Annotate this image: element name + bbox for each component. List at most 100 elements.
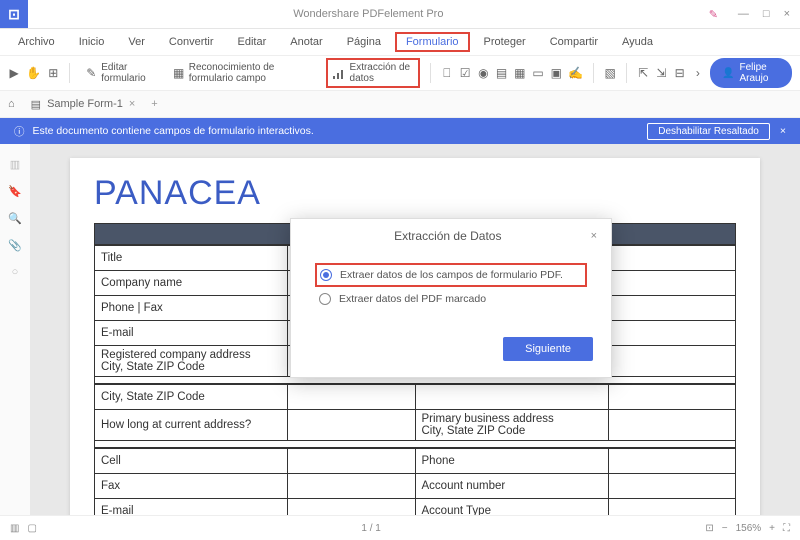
bookmarks-icon[interactable]: 🔖: [8, 185, 22, 198]
more-tools-icon[interactable]: ▧: [604, 65, 616, 81]
app-title: Wondershare PDFelement Pro: [28, 8, 709, 20]
info-icon: ⓘ: [14, 124, 25, 139]
form-edit-icon: ✎: [85, 65, 97, 81]
radio-icon: [319, 293, 331, 305]
field-label: Account number: [415, 474, 608, 499]
thumbnails-icon[interactable]: ▥: [10, 158, 20, 171]
field-label: Primary business addressCity, State ZIP …: [415, 410, 608, 441]
contact-table-3: CellPhoneFaxAccount numberE-mailAccount …: [94, 448, 736, 524]
button-icon[interactable]: ▭: [532, 65, 544, 81]
combobox-icon[interactable]: ▤: [495, 65, 507, 81]
field-value[interactable]: [288, 410, 416, 441]
doc-icon: ▤: [31, 98, 41, 111]
edit-form-button[interactable]: ✎ Editar formulario: [80, 59, 161, 87]
hand-icon[interactable]: ✋: [26, 65, 41, 81]
notification-icon[interactable]: ✎: [709, 8, 718, 21]
field-value[interactable]: [608, 410, 736, 441]
menu-editar[interactable]: Editar: [228, 33, 277, 51]
field-label: Company name: [95, 271, 288, 296]
menu-archivo[interactable]: Archivo: [8, 33, 65, 51]
field-value[interactable]: [608, 474, 736, 499]
menu-inicio[interactable]: Inicio: [69, 33, 115, 51]
extract-data-dialog: Extracción de Datos × Extraer datos de l…: [290, 218, 612, 378]
comments-icon[interactable]: ○: [12, 266, 19, 278]
tabbar: ⌂ ▤ Sample Form-1 × +: [0, 91, 800, 118]
info-close-icon[interactable]: ×: [780, 125, 786, 137]
dialog-title: Extracción de Datos: [305, 229, 591, 243]
data-extraction-button[interactable]: Extracción de datos: [326, 58, 420, 88]
brand-heading: PANACEA: [94, 174, 736, 213]
minimize-icon[interactable]: —: [738, 8, 749, 20]
field-label: How long at current address?: [95, 410, 288, 441]
field-value[interactable]: [608, 449, 736, 474]
select-icon[interactable]: ⊞: [47, 65, 59, 81]
field-label: Registered company addressCity, State ZI…: [95, 346, 288, 377]
field-label: Phone: [415, 449, 608, 474]
dialog-close-icon[interactable]: ×: [591, 230, 597, 242]
status-bar: ▥ ▢ 1 / 1 ⊡ − 156% + ⛶: [0, 515, 800, 540]
field-label: [415, 385, 608, 410]
textfield-icon[interactable]: ⎕: [441, 65, 453, 81]
field-label: E-mail: [95, 321, 288, 346]
export-icon[interactable]: ⇲: [655, 65, 667, 81]
field-value[interactable]: [288, 449, 416, 474]
zoom-in-icon[interactable]: +: [769, 523, 775, 534]
field-label: City, State ZIP Code: [95, 385, 288, 410]
form-recognition-button[interactable]: ▦ Reconocimiento de formulario campo: [168, 59, 320, 87]
document-viewport[interactable]: PANACEA BUSINESS CONTACT INFORMATION Tit…: [30, 144, 800, 540]
option-extract-form-fields[interactable]: Extraer datos de los campos de formulari…: [315, 263, 587, 287]
app-logo: ⊡: [0, 0, 28, 28]
view-mode-icon[interactable]: ▥: [10, 523, 19, 534]
page-indicator: 1 / 1: [361, 523, 380, 534]
close-icon[interactable]: ×: [784, 8, 790, 20]
fit-icon[interactable]: ⊡: [705, 523, 713, 534]
field-value[interactable]: [288, 385, 416, 410]
home-icon[interactable]: ⌂: [8, 98, 15, 110]
menu-formulario[interactable]: Formulario: [395, 32, 470, 52]
menu-anotar[interactable]: Anotar: [280, 33, 332, 51]
overflow-icon[interactable]: ›: [692, 65, 704, 81]
radio-icon[interactable]: ◉: [477, 65, 489, 81]
sidebar: ▥ 🔖 🔍 📎 ○: [0, 144, 30, 540]
tab-close-icon[interactable]: ×: [129, 98, 135, 110]
radio-icon: [320, 269, 332, 281]
field-value[interactable]: [608, 385, 736, 410]
menu-proteger[interactable]: Proteger: [474, 33, 536, 51]
menubar: ArchivoInicioVerConvertirEditarAnotar Pág…: [0, 29, 800, 55]
info-bar: ⓘ Este documento contiene campos de form…: [0, 118, 800, 144]
menu-compartir[interactable]: Compartir: [540, 33, 608, 51]
user-icon: 👤: [722, 68, 734, 79]
import-icon[interactable]: ⇱: [637, 65, 649, 81]
disable-highlight-button[interactable]: Deshabilitar Resaltado: [647, 123, 770, 140]
field-label: Phone | Fax: [95, 296, 288, 321]
field-label: Cell: [95, 449, 288, 474]
view-single-icon[interactable]: ▢: [27, 523, 36, 534]
pointer-icon[interactable]: ▶: [8, 65, 20, 81]
signature-icon[interactable]: ✍: [568, 65, 583, 81]
titlebar: ⊡ Wondershare PDFelement Pro ✎ — □ ×: [0, 0, 800, 29]
document-tab[interactable]: ▤ Sample Form-1 ×: [23, 98, 144, 111]
new-tab-icon[interactable]: +: [151, 98, 157, 110]
image-icon[interactable]: ▣: [550, 65, 562, 81]
zoom-out-icon[interactable]: −: [722, 523, 728, 534]
menu-página[interactable]: Página: [337, 33, 391, 51]
field-label: Fax: [95, 474, 288, 499]
attachments-icon[interactable]: 📎: [8, 239, 22, 252]
field-value[interactable]: [288, 474, 416, 499]
menu-convertir[interactable]: Convertir: [159, 33, 224, 51]
extract-icon: [332, 65, 346, 81]
menu-ver[interactable]: Ver: [118, 33, 155, 51]
zoom-level: 156%: [736, 523, 762, 534]
user-badge[interactable]: 👤 Felipe Araujo: [710, 58, 792, 88]
option-extract-marked[interactable]: Extraer datos del PDF marcado: [315, 287, 587, 311]
properties-icon[interactable]: ⊟: [674, 65, 686, 81]
next-button[interactable]: Siguiente: [503, 337, 593, 361]
fullscreen-icon[interactable]: ⛶: [783, 523, 790, 534]
contact-table-2: City, State ZIP CodeHow long at current …: [94, 384, 736, 441]
checkbox-icon[interactable]: ☑: [459, 65, 471, 81]
menu-ayuda[interactable]: Ayuda: [612, 33, 663, 51]
listbox-icon[interactable]: ▦: [514, 65, 526, 81]
search-icon[interactable]: 🔍: [8, 212, 22, 225]
field-label: Title: [95, 246, 288, 271]
maximize-icon[interactable]: □: [763, 8, 770, 20]
